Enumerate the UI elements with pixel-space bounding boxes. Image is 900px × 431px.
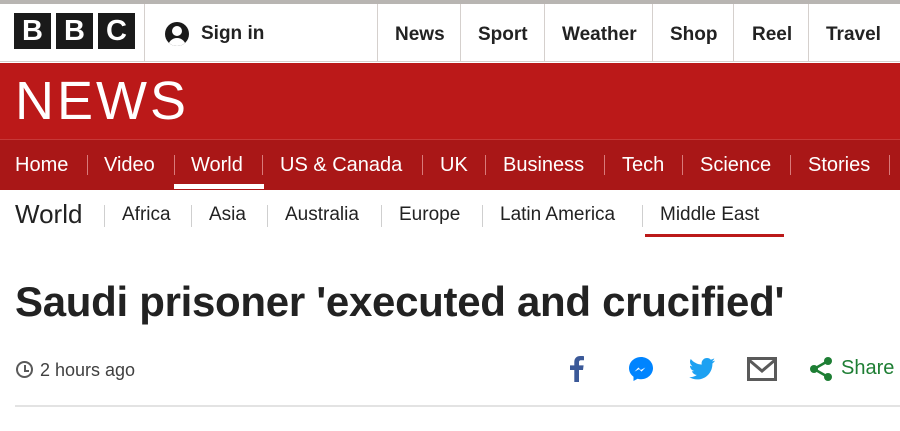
topnav-sport[interactable]: Sport: [478, 22, 528, 48]
subnav-separator: [267, 205, 268, 227]
topbar-divider: [808, 4, 809, 62]
nav-business[interactable]: Business: [503, 152, 584, 178]
nav-separator: [422, 155, 423, 175]
nav-separator: [604, 155, 605, 175]
subnav-separator: [642, 205, 643, 227]
subnav-separator: [482, 205, 483, 227]
topbar-divider: [144, 4, 145, 62]
nav-separator: [262, 155, 263, 175]
article-headline: Saudi prisoner 'executed and crucified': [15, 278, 785, 325]
news-wordmark[interactable]: NEWS: [15, 73, 189, 129]
email-icon[interactable]: [746, 355, 778, 383]
nav-world[interactable]: World: [191, 152, 243, 178]
user-icon: [165, 22, 189, 46]
bbc-logo-letter: B: [56, 13, 93, 49]
sign-in-label: Sign in: [201, 23, 265, 44]
nav-uk[interactable]: UK: [440, 152, 468, 178]
messenger-icon[interactable]: [627, 355, 655, 383]
subnav-latin-america[interactable]: Latin America: [500, 203, 615, 227]
subnav-africa[interactable]: Africa: [122, 203, 171, 227]
nav-stories[interactable]: Stories: [808, 152, 870, 178]
nav-tech[interactable]: Tech: [622, 152, 664, 178]
subnav-middle-east[interactable]: Middle East: [660, 203, 759, 227]
nav-separator: [889, 155, 890, 175]
nav-science[interactable]: Science: [700, 152, 771, 178]
topbar-divider: [652, 4, 653, 62]
topbar-divider: [377, 4, 378, 62]
nav-home[interactable]: Home: [15, 152, 68, 178]
topbar-divider: [460, 4, 461, 62]
topnav-news[interactable]: News: [395, 22, 445, 48]
twitter-icon[interactable]: [688, 355, 716, 383]
bbc-logo[interactable]: B B C: [14, 13, 135, 49]
topbar-divider: [733, 4, 734, 62]
meta-divider: [15, 405, 900, 407]
subnav-europe[interactable]: Europe: [399, 203, 460, 227]
subnav-australia[interactable]: Australia: [285, 203, 359, 227]
subnav-asia[interactable]: Asia: [209, 203, 246, 227]
topnav-reel[interactable]: Reel: [752, 22, 792, 48]
bbc-logo-letter: C: [98, 13, 135, 49]
nav-separator: [790, 155, 791, 175]
share-label[interactable]: Share: [841, 356, 894, 380]
nav-separator: [87, 155, 88, 175]
facebook-icon[interactable]: [566, 355, 588, 383]
clock-icon: [16, 361, 33, 378]
nav-active-indicator: [174, 184, 264, 189]
topbar-divider: [544, 4, 545, 62]
nav-us-canada[interactable]: US & Canada: [280, 152, 402, 178]
bbc-logo-letter: B: [14, 13, 51, 49]
subnav-separator: [191, 205, 192, 227]
topnav-weather[interactable]: Weather: [562, 22, 637, 48]
section-title[interactable]: World: [15, 199, 82, 229]
nav-separator: [682, 155, 683, 175]
article-timestamp: 2 hours ago: [40, 360, 136, 380]
topnav-shop[interactable]: Shop: [670, 22, 718, 48]
nav-separator: [174, 155, 175, 175]
topnav-travel[interactable]: Travel: [826, 22, 881, 48]
subnav-separator: [381, 205, 382, 227]
top-edge-line: [0, 0, 900, 4]
sign-in-link[interactable]: Sign in: [165, 20, 264, 48]
nav-video[interactable]: Video: [104, 152, 155, 178]
share-icon[interactable]: [808, 355, 834, 383]
subnav-active-indicator: [645, 234, 784, 237]
subnav-separator: [104, 205, 105, 227]
nav-separator: [485, 155, 486, 175]
